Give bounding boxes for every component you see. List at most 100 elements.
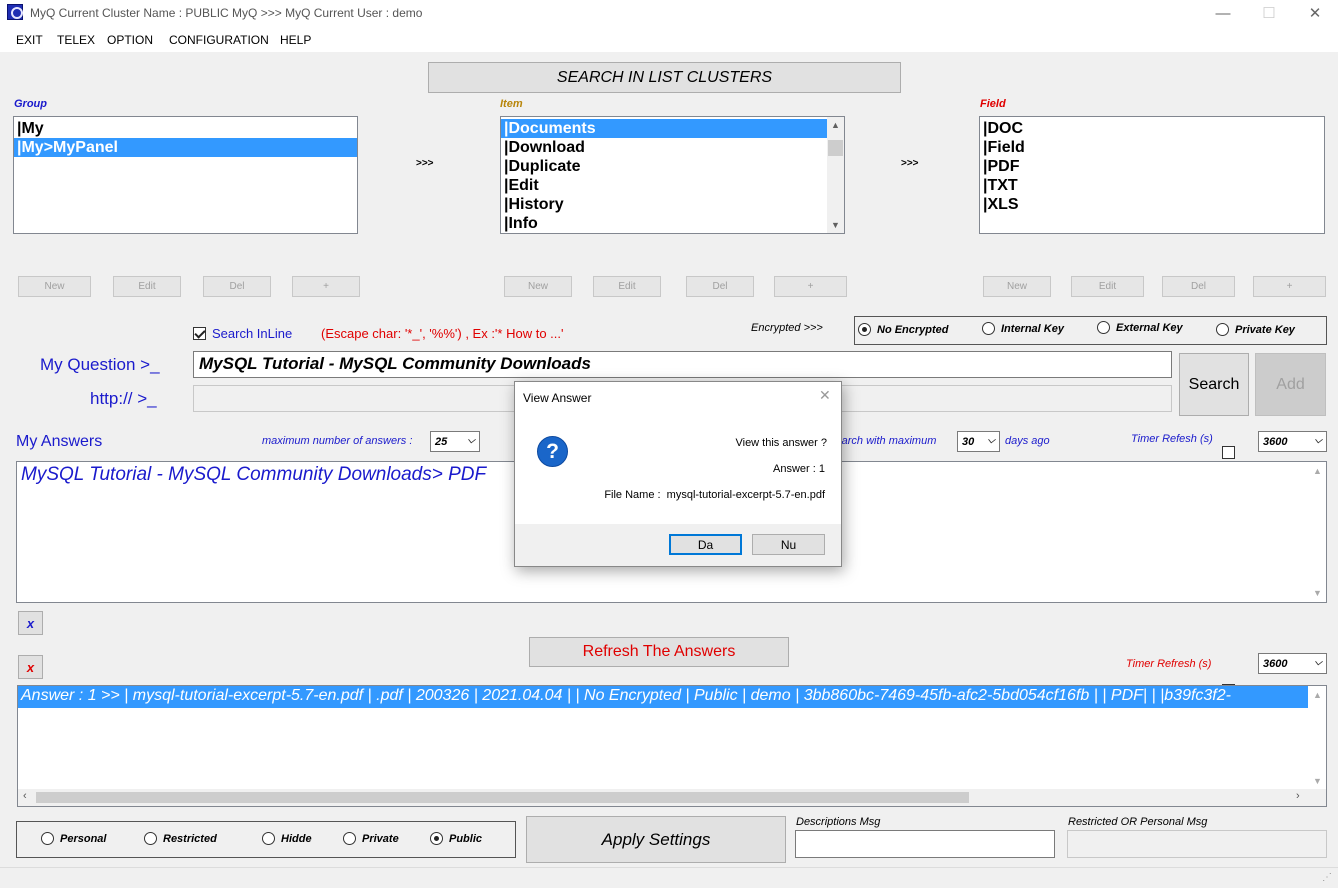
field-del-button[interactable]: Del <box>1162 276 1235 297</box>
item-scrollbar[interactable]: ▲ ▼ <box>827 117 844 233</box>
timer-refresh-checkbox[interactable] <box>1222 446 1235 459</box>
radio-restricted[interactable]: Restricted <box>144 832 217 845</box>
list-item[interactable]: |My>MyPanel <box>14 138 357 157</box>
radio-private[interactable]: Private <box>343 832 399 845</box>
radio-icon[interactable] <box>858 323 871 336</box>
scroll-right-icon[interactable]: › <box>1296 790 1300 802</box>
radio-icon[interactable] <box>1097 321 1110 334</box>
apply-settings-button[interactable]: Apply Settings <box>526 816 786 863</box>
item-add-button[interactable]: + <box>774 276 847 297</box>
scroll-down-icon[interactable]: ▼ <box>1309 776 1326 786</box>
radio-icon[interactable] <box>1216 323 1229 336</box>
resize-grip-icon[interactable]: ⋰ <box>1322 872 1332 883</box>
restricted-msg-label: Restricted OR Personal Msg <box>1068 816 1208 828</box>
search-inline-checkbox[interactable] <box>193 327 206 340</box>
scroll-thumb[interactable] <box>36 792 969 803</box>
list-item[interactable]: |XLS <box>980 195 1324 214</box>
close-button[interactable]: ✕ <box>1292 0 1338 26</box>
dialog-close-icon[interactable]: ✕ <box>819 387 831 404</box>
group-add-button[interactable]: + <box>292 276 360 297</box>
results-vscrollbar[interactable]: ▲ ▼ <box>1309 686 1326 790</box>
timer-select-2[interactable]: 3600 ⌵ <box>1258 653 1327 674</box>
dialog-question: View this answer ? <box>735 437 827 449</box>
view-answer-dialog: View Answer ✕ ? View this answer ? Answe… <box>514 381 842 567</box>
answers-scrollbar[interactable]: ▲ ▼ <box>1309 462 1326 602</box>
field-edit-button[interactable]: Edit <box>1071 276 1144 297</box>
dialog-answer-line: Answer : 1 <box>773 463 825 475</box>
clear-answers-button[interactable]: x <box>18 611 43 635</box>
menu-exit[interactable]: EXIT <box>16 33 43 47</box>
clear-results-button[interactable]: x <box>18 655 43 679</box>
list-item[interactable]: |Edit <box>501 176 827 195</box>
scroll-up-icon[interactable]: ▲ <box>1309 690 1326 700</box>
search-clusters-button[interactable]: SEARCH IN LIST CLUSTERS <box>428 62 901 93</box>
radio-personal[interactable]: Personal <box>41 832 106 845</box>
list-item[interactable]: |Documents <box>501 119 827 138</box>
descriptions-input[interactable] <box>795 830 1055 858</box>
item-new-button[interactable]: New <box>504 276 572 297</box>
radio-internal-key[interactable]: Internal Key <box>982 322 1064 335</box>
scroll-left-icon[interactable]: ‹ <box>23 790 27 802</box>
dialog-no-button[interactable]: Nu <box>752 534 825 555</box>
maximize-button[interactable]: ☐ <box>1246 0 1292 26</box>
group-new-button[interactable]: New <box>18 276 91 297</box>
menu-telex[interactable]: TELEX <box>57 33 95 47</box>
dialog-title: View Answer <box>523 391 592 405</box>
results-hscrollbar[interactable]: ‹ › <box>18 789 1326 806</box>
menu-help[interactable]: HELP <box>280 33 311 47</box>
max-answers-select[interactable]: 25 ⌵ <box>430 431 480 452</box>
item-listbox[interactable]: |Documents |Download |Duplicate |Edit |H… <box>500 116 845 234</box>
list-item[interactable]: |Info <box>501 214 827 233</box>
results-listbox[interactable]: Answer : 1 >> | mysql-tutorial-excerpt-5… <box>17 685 1327 807</box>
group-del-button[interactable]: Del <box>203 276 271 297</box>
add-button[interactable]: Add <box>1255 353 1326 416</box>
field-new-button[interactable]: New <box>983 276 1051 297</box>
item-edit-button[interactable]: Edit <box>593 276 661 297</box>
restricted-msg-input[interactable] <box>1067 830 1327 858</box>
field-listbox[interactable]: |DOC |Field |PDF |TXT |XLS <box>979 116 1325 234</box>
radio-private-key[interactable]: Private Key <box>1216 323 1295 336</box>
radio-icon[interactable] <box>430 832 443 845</box>
days-select[interactable]: 30 ⌵ <box>957 431 1000 452</box>
scroll-down-icon[interactable]: ▼ <box>827 220 844 230</box>
dialog-yes-button[interactable]: Da <box>669 534 742 555</box>
result-row[interactable]: Answer : 1 >> | mysql-tutorial-excerpt-5… <box>18 686 1308 708</box>
group-listbox[interactable]: |My |My>MyPanel <box>13 116 358 234</box>
list-item[interactable]: |PDF <box>980 157 1324 176</box>
item-label: Item <box>500 98 523 110</box>
radio-icon[interactable] <box>982 322 995 335</box>
list-item[interactable]: |TXT <box>980 176 1324 195</box>
question-icon: ? <box>537 436 568 467</box>
list-item[interactable]: |My <box>14 119 357 138</box>
list-item[interactable]: |Field <box>980 138 1324 157</box>
radio-hidde[interactable]: Hidde <box>262 832 312 845</box>
window-title: MyQ Current Cluster Name : PUBLIC MyQ >>… <box>30 6 423 20</box>
scroll-thumb[interactable] <box>828 140 843 156</box>
menu-option[interactable]: OPTION <box>107 33 153 47</box>
field-add-button[interactable]: + <box>1253 276 1326 297</box>
menu-configuration[interactable]: CONFIGURATION <box>169 33 269 47</box>
list-item[interactable]: |Duplicate <box>501 157 827 176</box>
radio-no-encrypted[interactable]: No Encrypted <box>858 323 949 336</box>
radio-public[interactable]: Public <box>430 832 482 845</box>
search-button[interactable]: Search <box>1179 353 1249 416</box>
list-item[interactable]: |DOC <box>980 119 1324 138</box>
radio-icon[interactable] <box>41 832 54 845</box>
days-ago-label: days ago <box>1005 435 1050 447</box>
radio-icon[interactable] <box>144 832 157 845</box>
radio-icon[interactable] <box>262 832 275 845</box>
timer-select[interactable]: 3600 ⌵ <box>1258 431 1327 452</box>
scroll-up-icon[interactable]: ▲ <box>827 120 844 130</box>
radio-external-key[interactable]: External Key <box>1097 321 1183 334</box>
scroll-up-icon[interactable]: ▲ <box>1309 466 1326 476</box>
minimize-button[interactable]: — <box>1200 0 1246 26</box>
escape-hint: (Escape char: '*_', '%%') , Ex :'* How t… <box>321 326 564 341</box>
item-del-button[interactable]: Del <box>686 276 754 297</box>
group-edit-button[interactable]: Edit <box>113 276 181 297</box>
list-item[interactable]: |Download <box>501 138 827 157</box>
question-input[interactable]: MySQL Tutorial - MySQL Community Downloa… <box>193 351 1172 378</box>
radio-icon[interactable] <box>343 832 356 845</box>
refresh-answers-button[interactable]: Refresh The Answers <box>529 637 789 667</box>
list-item[interactable]: |History <box>501 195 827 214</box>
scroll-down-icon[interactable]: ▼ <box>1309 588 1326 598</box>
